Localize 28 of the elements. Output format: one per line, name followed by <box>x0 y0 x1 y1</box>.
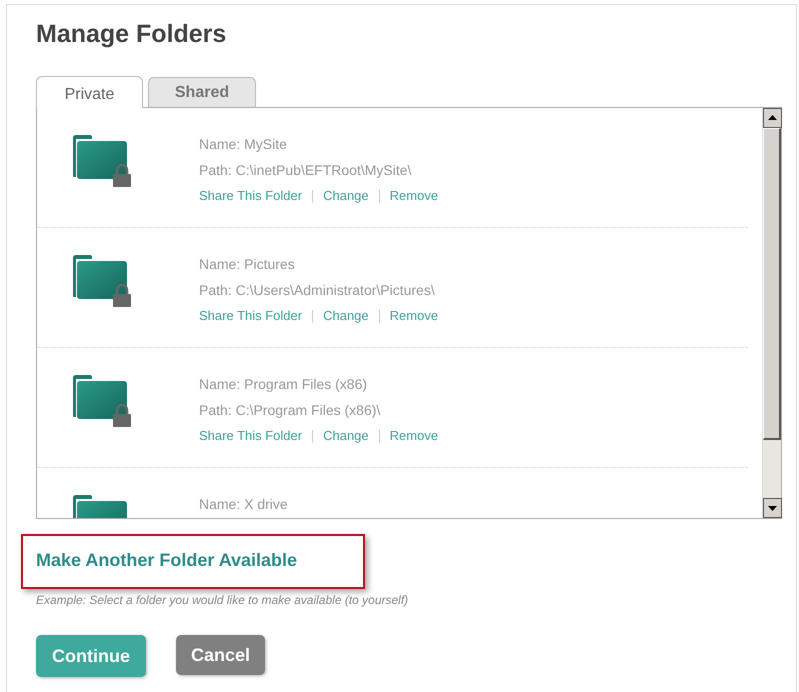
hint-text: Example: Select a folder you would like to make available (to yourself) <box>36 592 410 609</box>
folder-action-link[interactable]: Change <box>323 183 369 209</box>
folder-name: Name: MySite <box>199 135 288 154</box>
folder-action-link[interactable]: Remove <box>390 423 438 449</box>
continue-button[interactable]: Continue <box>36 635 146 677</box>
scrollbar[interactable] <box>762 108 781 518</box>
tab[interactable]: Private <box>36 76 143 108</box>
folder-action-link[interactable]: Share This Folder <box>199 423 302 449</box>
tab[interactable]: Shared <box>148 77 256 107</box>
folder-action-link[interactable]: Share This Folder <box>199 183 302 209</box>
folder-path: Path: C:\inetPub\EFTRoot\MySite\ <box>199 161 412 180</box>
locked-folder-icon <box>72 135 132 187</box>
folder-name: Name: X drive <box>199 495 288 514</box>
folder-action-link[interactable]: Remove <box>390 183 438 209</box>
folder-name: Name: Program Files (x86) <box>199 375 368 394</box>
folder-path: Path: C:\Users\Administrator\Pictures\ <box>199 281 436 300</box>
scroll-thumb[interactable] <box>763 128 781 440</box>
locked-folder-icon <box>72 255 132 307</box>
folder-action-link[interactable]: Change <box>323 423 369 449</box>
page-title: Manage Folders <box>36 19 228 49</box>
folder-name: Name: Pictures <box>199 255 296 274</box>
folder-action-link[interactable]: Change <box>323 303 369 329</box>
folder-action-link[interactable]: Share This Folder <box>199 303 302 329</box>
folder-action-link[interactable]: Remove <box>390 303 438 329</box>
folder-path: Path: C:\Program Files (x86)\ <box>199 401 382 420</box>
locked-folder-icon <box>72 375 132 427</box>
cancel-button[interactable]: Cancel <box>176 635 266 675</box>
make-folder-available-link[interactable]: Make Another Folder Available <box>36 550 298 570</box>
